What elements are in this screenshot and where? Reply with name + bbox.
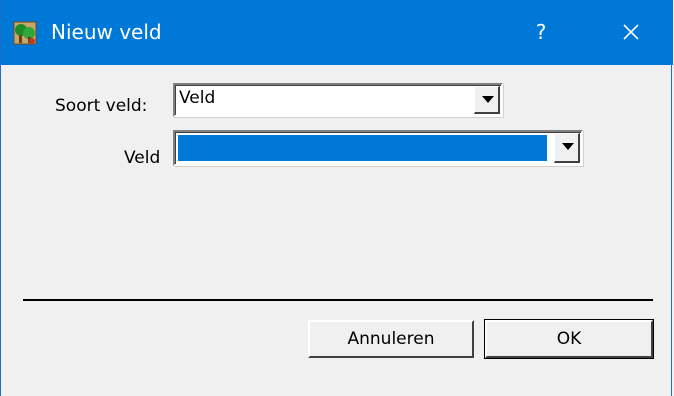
help-button[interactable]: ?: [521, 10, 561, 54]
ok-button[interactable]: OK: [484, 319, 654, 359]
soort-veld-select[interactable]: Veld: [173, 83, 503, 117]
app-tree-icon: [13, 21, 37, 45]
veld-dropdown-button[interactable]: [554, 133, 580, 163]
close-button[interactable]: [607, 10, 655, 54]
cancel-button[interactable]: Annuleren: [308, 320, 474, 358]
divider: [23, 299, 653, 301]
chevron-down-icon: [482, 96, 494, 103]
soort-veld-dropdown-button[interactable]: [474, 86, 500, 114]
soort-veld-label: Soort veld:: [55, 96, 148, 116]
close-icon: [623, 24, 639, 40]
dialog-window: Nieuw veld ? Soort veld: Veld Veld Annul…: [0, 0, 673, 396]
chevron-down-icon: [562, 143, 574, 150]
veld-select[interactable]: [173, 130, 583, 166]
veld-selected-value: [177, 134, 548, 162]
window-title: Nieuw veld: [51, 20, 162, 44]
soort-veld-value: Veld: [179, 88, 216, 108]
veld-label: Veld: [124, 148, 161, 168]
title-bar[interactable]: Nieuw veld ?: [1, 0, 673, 65]
